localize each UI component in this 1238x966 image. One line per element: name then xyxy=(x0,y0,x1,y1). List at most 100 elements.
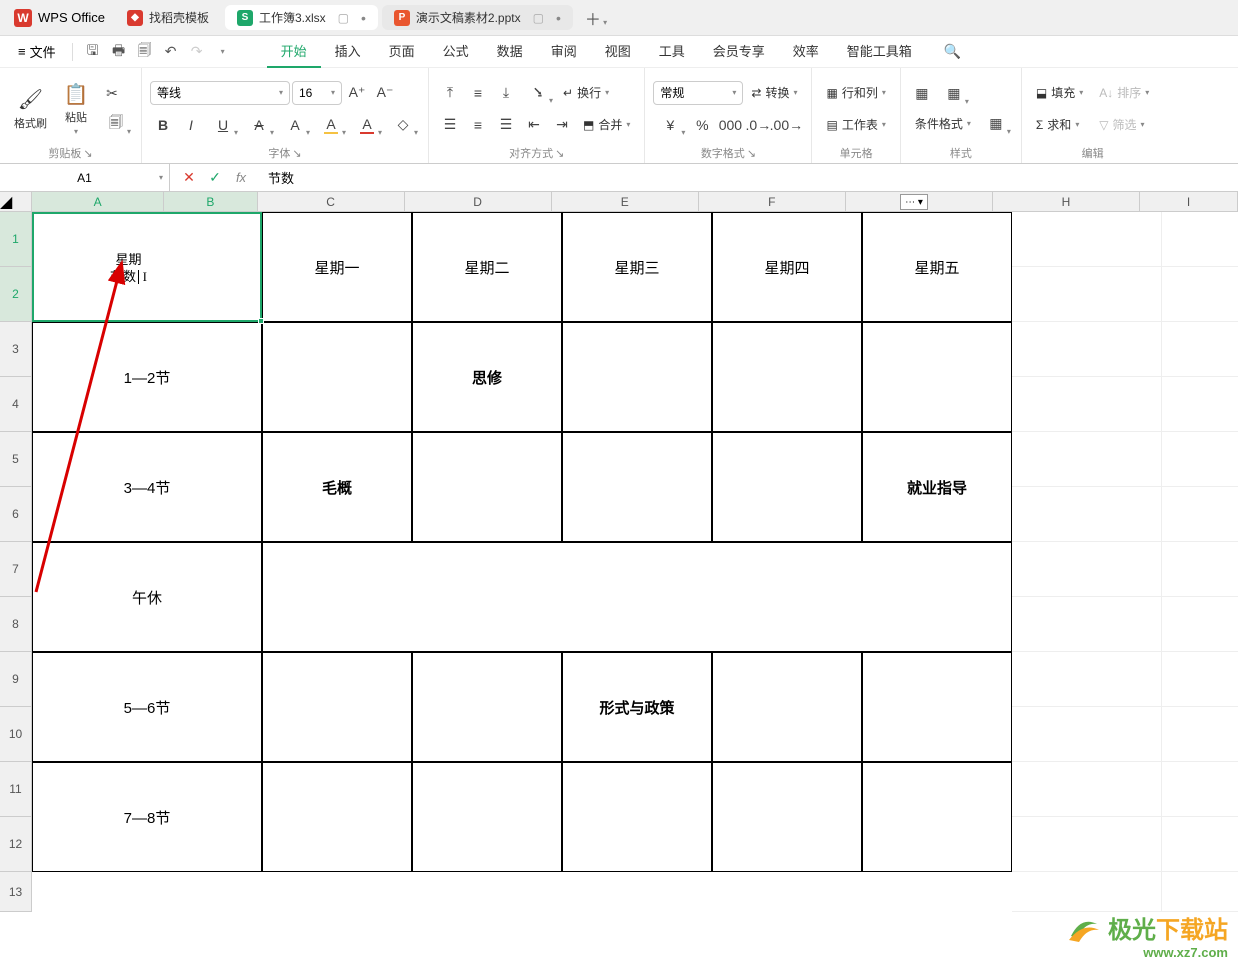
col-header-A[interactable]: A xyxy=(32,192,164,212)
cell-F11[interactable] xyxy=(712,762,862,872)
align-middle-icon[interactable]: ≡ xyxy=(465,80,491,106)
row-header-1[interactable]: 1 xyxy=(0,212,32,267)
cell-H11[interactable] xyxy=(1012,762,1162,817)
grow-font-icon[interactable]: A⁺ xyxy=(344,80,370,106)
tab-workbook[interactable]: S 工作簿3.xlsx ▢ • xyxy=(225,5,378,30)
font-launcher-icon[interactable]: ↘ xyxy=(292,147,301,160)
cancel-edit-icon[interactable]: ✕ xyxy=(178,167,200,189)
row-header-4[interactable]: 4 xyxy=(0,377,32,432)
col-header-F[interactable]: F xyxy=(699,192,846,212)
row-header-5[interactable]: 5 xyxy=(0,432,32,487)
cell-G9[interactable] xyxy=(862,652,1012,762)
cell-xingshi[interactable]: 形式与政策 xyxy=(562,652,712,762)
indent-increase-icon[interactable]: ⇥ xyxy=(549,112,575,138)
cell-H10[interactable] xyxy=(1012,707,1162,762)
fill-color-icon[interactable]: ◇ xyxy=(386,112,420,138)
font-name-select[interactable]: 等线▾ xyxy=(150,81,290,105)
tab-insert[interactable]: 插入 xyxy=(321,35,375,68)
convert-button[interactable]: ⇄ 转换▾ xyxy=(745,80,803,106)
cell-H6[interactable] xyxy=(1012,487,1162,542)
cell-H9[interactable] xyxy=(1012,652,1162,707)
cell-D5[interactable] xyxy=(412,432,562,542)
tab-close-icon[interactable]: • xyxy=(361,10,366,26)
percent-icon[interactable]: % xyxy=(689,112,715,138)
cell-H12[interactable] xyxy=(1012,817,1162,872)
cell-E3[interactable] xyxy=(562,322,712,432)
cell-style-icon[interactable]: ▦ xyxy=(909,81,935,107)
clipboard-launcher-icon[interactable]: ↘ xyxy=(83,147,92,160)
tab-home[interactable]: 开始 xyxy=(267,35,321,68)
row-header-13[interactable]: 13 xyxy=(0,872,32,912)
cell-I4[interactable] xyxy=(1162,377,1238,432)
qat-dropdown-icon[interactable]: ▾ xyxy=(211,40,235,64)
cond-format-button[interactable]: 条件格式▾ xyxy=(909,111,977,137)
name-box-input[interactable] xyxy=(40,171,130,185)
cell-period-12[interactable]: 1—2节 xyxy=(32,322,262,432)
strikethrough-icon[interactable]: A xyxy=(242,112,276,138)
row-header-7[interactable]: 7 xyxy=(0,542,32,597)
cell-F5[interactable] xyxy=(712,432,862,542)
merge-cells-button[interactable]: ⬒ 合并▾ xyxy=(577,112,636,138)
cell-F9[interactable] xyxy=(712,652,862,762)
number-launcher-icon[interactable]: ↘ xyxy=(747,147,756,160)
format-painter-button[interactable]: 🖌 格式刷 xyxy=(8,85,53,133)
tab-formula[interactable]: 公式 xyxy=(429,35,483,68)
confirm-edit-icon[interactable]: ✓ xyxy=(204,167,226,189)
font-color-icon[interactable]: A xyxy=(350,112,384,138)
row-header-8[interactable]: 8 xyxy=(0,597,32,652)
table-style-icon[interactable]: ▦ xyxy=(937,81,971,107)
cell-header-wed[interactable]: 星期三 xyxy=(562,212,712,322)
tab-view[interactable]: 视图 xyxy=(591,35,645,68)
increase-decimal-icon[interactable]: .0→ xyxy=(745,112,771,138)
text-effect-icon[interactable]: A xyxy=(278,112,312,138)
row-header-3[interactable]: 3 xyxy=(0,322,32,377)
align-top-icon[interactable]: ⤒ xyxy=(437,80,463,106)
undo-icon[interactable]: ↶ xyxy=(159,40,183,64)
cell-I2[interactable] xyxy=(1162,267,1238,322)
file-menu[interactable]: ≡ 文件 xyxy=(10,42,64,61)
cell-I11[interactable] xyxy=(1162,762,1238,817)
cell-I12[interactable] xyxy=(1162,817,1238,872)
cell-period-34[interactable]: 3—4节 xyxy=(32,432,262,542)
cell-header-mon[interactable]: 星期一 xyxy=(262,212,412,322)
wrap-text-button[interactable]: ↵ 换行▾ xyxy=(557,80,615,106)
print-preview-icon[interactable]: 🗐 xyxy=(133,40,157,64)
grid[interactable]: ◢ ABCDEFGHI 12345678910111213 星期一星期二星期三星… xyxy=(0,192,1238,966)
cell-F3[interactable] xyxy=(712,322,862,432)
save-icon[interactable]: 🖫 xyxy=(81,40,105,64)
new-tab-button[interactable]: ＋ ▾ xyxy=(575,6,617,30)
tab-window-icon[interactable]: ▢ xyxy=(533,11,544,25)
cell-lunch[interactable]: 午休 xyxy=(32,542,262,652)
tab-window-icon[interactable]: ▢ xyxy=(338,11,349,25)
smart-tag[interactable]: ⋯ ▾ xyxy=(900,194,928,210)
cell-I6[interactable] xyxy=(1162,487,1238,542)
cell-I10[interactable] xyxy=(1162,707,1238,762)
name-box-dropdown-icon[interactable]: ▾ xyxy=(159,173,163,182)
align-center-icon[interactable]: ≡ xyxy=(465,112,491,138)
cell-sixiu[interactable]: 思修 xyxy=(412,322,562,432)
cell-G3[interactable] xyxy=(862,322,1012,432)
tab-page[interactable]: 页面 xyxy=(375,35,429,68)
font-size-select[interactable]: 16▾ xyxy=(292,81,342,105)
cell-maogai[interactable]: 毛概 xyxy=(262,432,412,542)
col-header-E[interactable]: E xyxy=(552,192,699,212)
cell-I13[interactable] xyxy=(1162,872,1238,912)
fill-button[interactable]: ⬓ 填充▾ xyxy=(1030,80,1089,106)
cell-H3[interactable] xyxy=(1012,322,1162,377)
sum-button[interactable]: Σ 求和▾ xyxy=(1030,112,1089,138)
tab-member[interactable]: 会员专享 xyxy=(699,35,779,68)
row-header-10[interactable]: 10 xyxy=(0,707,32,762)
cell-I7[interactable] xyxy=(1162,542,1238,597)
cell-period-78[interactable]: 7—8节 xyxy=(32,762,262,872)
format-table-icon[interactable]: ▦ xyxy=(979,111,1013,137)
cell-H5[interactable] xyxy=(1012,432,1162,487)
tab-close-icon[interactable]: • xyxy=(556,10,561,26)
cell-C11[interactable] xyxy=(262,762,412,872)
worksheet-button[interactable]: ▤ 工作表▾ xyxy=(820,112,891,138)
decrease-decimal-icon[interactable]: .00→ xyxy=(773,112,799,138)
cell-I1[interactable] xyxy=(1162,212,1238,267)
cell-C9[interactable] xyxy=(262,652,412,762)
cell-E11[interactable] xyxy=(562,762,712,872)
indent-decrease-icon[interactable]: ⇤ xyxy=(521,112,547,138)
name-box[interactable]: ▾ xyxy=(0,164,170,191)
